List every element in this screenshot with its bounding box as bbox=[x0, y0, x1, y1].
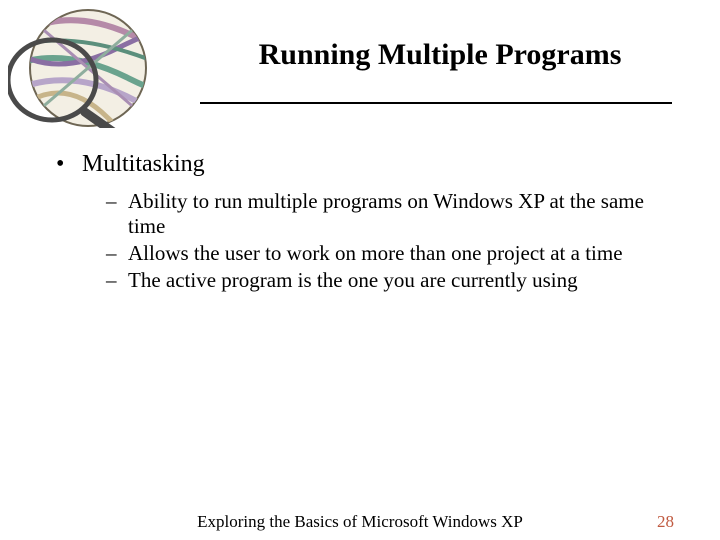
bullet-level-1: • Multitasking bbox=[50, 150, 670, 179]
bullet-marker: • bbox=[50, 150, 82, 179]
slide-title: Running Multiple Programs bbox=[200, 38, 680, 72]
sub-bullet-text: Ability to run multiple programs on Wind… bbox=[128, 189, 670, 239]
sub-bullet-marker: – bbox=[106, 241, 128, 266]
sub-bullet-marker: – bbox=[106, 268, 128, 293]
slide-body: • Multitasking – Ability to run multiple… bbox=[50, 150, 670, 296]
sub-bullet-marker: – bbox=[106, 189, 128, 239]
sub-bullet: – The active program is the one you are … bbox=[106, 268, 670, 293]
decorative-sphere-icon bbox=[8, 8, 168, 128]
sub-bullet-text: The active program is the one you are cu… bbox=[128, 268, 670, 293]
title-underline bbox=[200, 102, 672, 104]
bullet-text: Multitasking bbox=[82, 150, 670, 179]
sub-bullet-list: – Ability to run multiple programs on Wi… bbox=[106, 189, 670, 294]
sub-bullet-text: Allows the user to work on more than one… bbox=[128, 241, 670, 266]
page-number: 28 bbox=[657, 512, 674, 532]
slide: Running Multiple Programs • Multitasking… bbox=[0, 0, 720, 540]
sub-bullet: – Allows the user to work on more than o… bbox=[106, 241, 670, 266]
sub-bullet: – Ability to run multiple programs on Wi… bbox=[106, 189, 670, 239]
footer-caption: Exploring the Basics of Microsoft Window… bbox=[0, 512, 720, 532]
